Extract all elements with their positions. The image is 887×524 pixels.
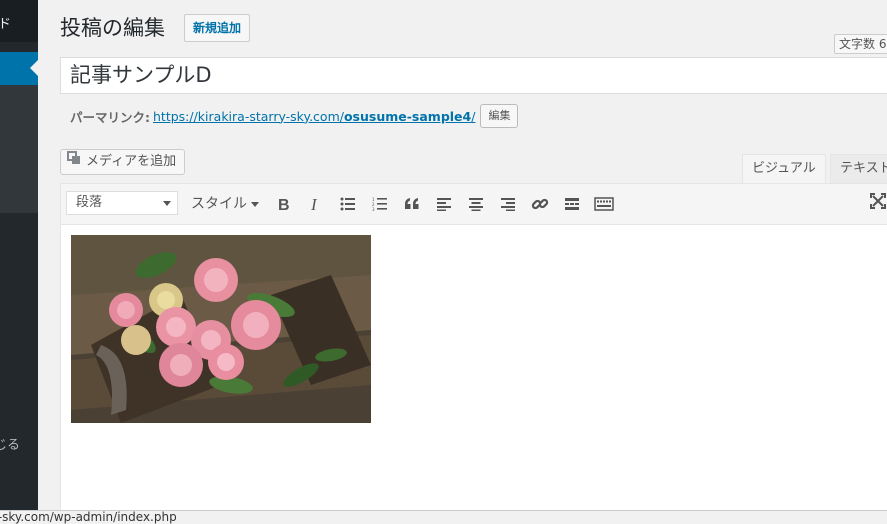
page-title: 投稿の編集 xyxy=(60,16,165,40)
main-content: 投稿の編集 新規追加 文字数 6 記事サンプルD パーマリンク: https:/… xyxy=(38,0,887,523)
permalink-slug[interactable]: osusume-sample4 xyxy=(344,109,471,124)
numbered-list-icon[interactable]: 123 xyxy=(368,192,392,216)
add-new-button[interactable]: 新規追加 xyxy=(184,14,251,42)
align-center-icon[interactable] xyxy=(464,192,488,216)
sidebar-active-arrow xyxy=(30,60,38,76)
permalink-url-base[interactable]: https://kirakira-starry-sky.com/ xyxy=(153,109,344,124)
bullet-list-icon[interactable] xyxy=(336,192,360,216)
editor-toolbar: 段落 スタイル B I 123 xyxy=(61,184,887,225)
svg-text:3: 3 xyxy=(372,207,375,211)
permalink-row: パーマリンク: https://kirakira-starry-sky.com/… xyxy=(70,104,519,128)
status-url: ry-sky.com/wp-admin/index.php xyxy=(0,510,177,524)
toolbar-toggle-icon[interactable] xyxy=(592,192,616,216)
link-icon[interactable] xyxy=(528,192,552,216)
permalink-label: パーマリンク: xyxy=(70,109,150,125)
chevron-down-icon xyxy=(163,201,171,206)
bold-icon[interactable]: B xyxy=(272,192,296,216)
permalink-link[interactable]: https://kirakira-starry-sky.com/osusume-… xyxy=(153,109,475,124)
chevron-down-icon xyxy=(251,201,259,207)
admin-sidebar: ド じる xyxy=(0,0,38,523)
rose-bouquet-image[interactable] xyxy=(71,235,371,423)
tab-text[interactable]: テキスト xyxy=(830,154,887,183)
browser-status-bar: ry-sky.com/wp-admin/index.php xyxy=(0,510,887,524)
sidebar-collapse-menu[interactable]: じる xyxy=(0,434,20,453)
svg-text:B: B xyxy=(278,197,290,212)
add-media-label: メディアを追加 xyxy=(86,154,177,169)
sidebar-submenu[interactable] xyxy=(0,85,38,213)
blockquote-icon[interactable] xyxy=(400,192,424,216)
italic-icon[interactable]: I xyxy=(304,192,328,216)
format-select-value: 段落 xyxy=(76,195,103,210)
media-icon xyxy=(67,150,81,174)
word-count: 文字数 6 xyxy=(834,34,887,54)
add-media-button[interactable]: メディアを追加 xyxy=(60,149,186,175)
style-dropdown-label: スタイル xyxy=(191,196,247,212)
svg-text:I: I xyxy=(310,196,318,212)
sidebar-item-dashboard[interactable]: ド xyxy=(0,0,38,42)
post-editor: 段落 スタイル B I 123 xyxy=(60,183,887,523)
editor-content[interactable] xyxy=(61,225,887,523)
format-select[interactable]: 段落 xyxy=(66,191,178,215)
fullscreen-icon[interactable] xyxy=(869,192,887,216)
align-left-icon[interactable] xyxy=(432,192,456,216)
align-right-icon[interactable] xyxy=(496,192,520,216)
post-title-input[interactable]: 記事サンプルD xyxy=(60,57,887,94)
read-more-icon[interactable] xyxy=(560,192,584,216)
sidebar-item-label: ド xyxy=(0,17,12,32)
tab-visual[interactable]: ビジュアル xyxy=(742,154,826,183)
style-dropdown[interactable]: スタイル xyxy=(191,193,259,213)
permalink-edit-button[interactable]: 編集 xyxy=(480,104,519,128)
permalink-trailing-slash[interactable]: / xyxy=(471,109,475,124)
